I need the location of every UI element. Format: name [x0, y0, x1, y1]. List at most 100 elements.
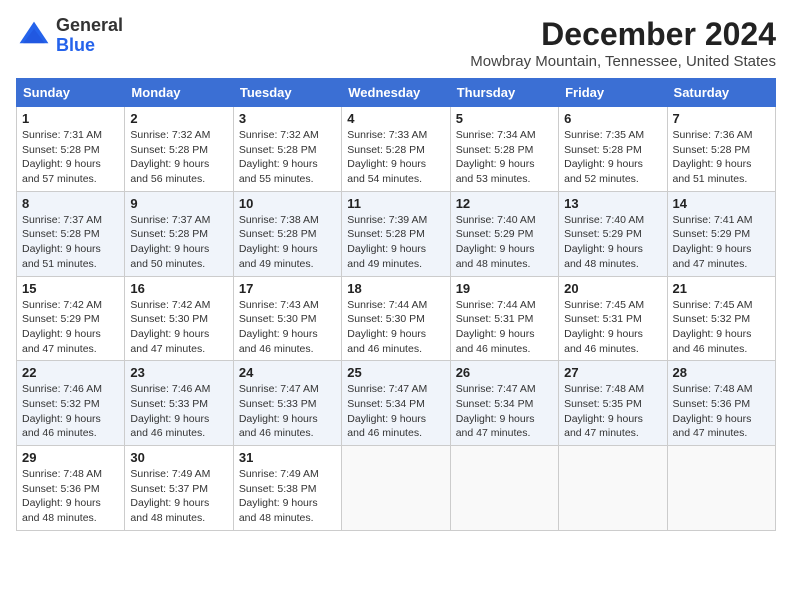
day-number: 2 — [130, 111, 227, 126]
day-number: 13 — [564, 196, 661, 211]
calendar-cell: 18 Sunrise: 7:44 AM Sunset: 5:30 PM Dayl… — [342, 276, 450, 361]
calendar-cell — [450, 446, 558, 531]
calendar-cell: 23 Sunrise: 7:46 AM Sunset: 5:33 PM Dayl… — [125, 361, 233, 446]
day-number: 7 — [673, 111, 770, 126]
calendar-cell: 22 Sunrise: 7:46 AM Sunset: 5:32 PM Dayl… — [17, 361, 125, 446]
day-info: Sunrise: 7:31 AM Sunset: 5:28 PM Dayligh… — [22, 128, 119, 187]
day-number: 29 — [22, 450, 119, 465]
day-info: Sunrise: 7:32 AM Sunset: 5:28 PM Dayligh… — [130, 128, 227, 187]
day-info: Sunrise: 7:47 AM Sunset: 5:34 PM Dayligh… — [456, 382, 553, 441]
logo-general: General — [56, 15, 123, 35]
day-number: 27 — [564, 365, 661, 380]
weekday-header: Tuesday — [233, 79, 341, 107]
calendar-cell: 3 Sunrise: 7:32 AM Sunset: 5:28 PM Dayli… — [233, 107, 341, 192]
day-info: Sunrise: 7:44 AM Sunset: 5:31 PM Dayligh… — [456, 298, 553, 357]
calendar-week-row: 29 Sunrise: 7:48 AM Sunset: 5:36 PM Dayl… — [17, 446, 776, 531]
weekday-header: Friday — [559, 79, 667, 107]
location-title: Mowbray Mountain, Tennessee, United Stat… — [470, 53, 776, 70]
day-number: 9 — [130, 196, 227, 211]
day-info: Sunrise: 7:38 AM Sunset: 5:28 PM Dayligh… — [239, 213, 336, 272]
calendar-cell: 5 Sunrise: 7:34 AM Sunset: 5:28 PM Dayli… — [450, 107, 558, 192]
day-info: Sunrise: 7:44 AM Sunset: 5:30 PM Dayligh… — [347, 298, 444, 357]
calendar-table: SundayMondayTuesdayWednesdayThursdayFrid… — [16, 78, 776, 531]
day-info: Sunrise: 7:47 AM Sunset: 5:33 PM Dayligh… — [239, 382, 336, 441]
logo: General Blue — [16, 16, 123, 56]
weekday-header-row: SundayMondayTuesdayWednesdayThursdayFrid… — [17, 79, 776, 107]
day-number: 1 — [22, 111, 119, 126]
calendar-cell: 15 Sunrise: 7:42 AM Sunset: 5:29 PM Dayl… — [17, 276, 125, 361]
day-number: 19 — [456, 281, 553, 296]
calendar-cell: 17 Sunrise: 7:43 AM Sunset: 5:30 PM Dayl… — [233, 276, 341, 361]
day-info: Sunrise: 7:43 AM Sunset: 5:30 PM Dayligh… — [239, 298, 336, 357]
day-number: 20 — [564, 281, 661, 296]
month-title: December 2024 — [470, 16, 776, 53]
day-info: Sunrise: 7:42 AM Sunset: 5:30 PM Dayligh… — [130, 298, 227, 357]
day-number: 24 — [239, 365, 336, 380]
day-info: Sunrise: 7:34 AM Sunset: 5:28 PM Dayligh… — [456, 128, 553, 187]
day-number: 21 — [673, 281, 770, 296]
weekday-header: Wednesday — [342, 79, 450, 107]
day-info: Sunrise: 7:49 AM Sunset: 5:38 PM Dayligh… — [239, 467, 336, 526]
calendar-week-row: 22 Sunrise: 7:46 AM Sunset: 5:32 PM Dayl… — [17, 361, 776, 446]
day-number: 4 — [347, 111, 444, 126]
day-info: Sunrise: 7:49 AM Sunset: 5:37 PM Dayligh… — [130, 467, 227, 526]
calendar-cell: 7 Sunrise: 7:36 AM Sunset: 5:28 PM Dayli… — [667, 107, 775, 192]
calendar-cell: 12 Sunrise: 7:40 AM Sunset: 5:29 PM Dayl… — [450, 191, 558, 276]
calendar-cell: 4 Sunrise: 7:33 AM Sunset: 5:28 PM Dayli… — [342, 107, 450, 192]
calendar-cell: 2 Sunrise: 7:32 AM Sunset: 5:28 PM Dayli… — [125, 107, 233, 192]
day-info: Sunrise: 7:37 AM Sunset: 5:28 PM Dayligh… — [130, 213, 227, 272]
calendar-cell: 26 Sunrise: 7:47 AM Sunset: 5:34 PM Dayl… — [450, 361, 558, 446]
day-info: Sunrise: 7:39 AM Sunset: 5:28 PM Dayligh… — [347, 213, 444, 272]
day-info: Sunrise: 7:48 AM Sunset: 5:36 PM Dayligh… — [673, 382, 770, 441]
day-info: Sunrise: 7:45 AM Sunset: 5:31 PM Dayligh… — [564, 298, 661, 357]
calendar-cell: 1 Sunrise: 7:31 AM Sunset: 5:28 PM Dayli… — [17, 107, 125, 192]
day-info: Sunrise: 7:36 AM Sunset: 5:28 PM Dayligh… — [673, 128, 770, 187]
day-number: 31 — [239, 450, 336, 465]
day-number: 26 — [456, 365, 553, 380]
logo-blue: Blue — [56, 35, 95, 55]
calendar-cell: 11 Sunrise: 7:39 AM Sunset: 5:28 PM Dayl… — [342, 191, 450, 276]
day-info: Sunrise: 7:45 AM Sunset: 5:32 PM Dayligh… — [673, 298, 770, 357]
weekday-header: Monday — [125, 79, 233, 107]
calendar-cell: 13 Sunrise: 7:40 AM Sunset: 5:29 PM Dayl… — [559, 191, 667, 276]
day-number: 8 — [22, 196, 119, 211]
calendar-cell: 19 Sunrise: 7:44 AM Sunset: 5:31 PM Dayl… — [450, 276, 558, 361]
day-number: 5 — [456, 111, 553, 126]
day-number: 15 — [22, 281, 119, 296]
calendar-cell: 27 Sunrise: 7:48 AM Sunset: 5:35 PM Dayl… — [559, 361, 667, 446]
calendar-cell: 28 Sunrise: 7:48 AM Sunset: 5:36 PM Dayl… — [667, 361, 775, 446]
calendar-cell: 25 Sunrise: 7:47 AM Sunset: 5:34 PM Dayl… — [342, 361, 450, 446]
calendar-cell: 8 Sunrise: 7:37 AM Sunset: 5:28 PM Dayli… — [17, 191, 125, 276]
day-number: 17 — [239, 281, 336, 296]
calendar-week-row: 15 Sunrise: 7:42 AM Sunset: 5:29 PM Dayl… — [17, 276, 776, 361]
day-number: 11 — [347, 196, 444, 211]
weekday-header: Sunday — [17, 79, 125, 107]
day-number: 14 — [673, 196, 770, 211]
calendar-cell: 20 Sunrise: 7:45 AM Sunset: 5:31 PM Dayl… — [559, 276, 667, 361]
calendar-week-row: 1 Sunrise: 7:31 AM Sunset: 5:28 PM Dayli… — [17, 107, 776, 192]
calendar-cell — [559, 446, 667, 531]
day-info: Sunrise: 7:48 AM Sunset: 5:35 PM Dayligh… — [564, 382, 661, 441]
calendar-cell: 10 Sunrise: 7:38 AM Sunset: 5:28 PM Dayl… — [233, 191, 341, 276]
calendar-cell: 31 Sunrise: 7:49 AM Sunset: 5:38 PM Dayl… — [233, 446, 341, 531]
day-info: Sunrise: 7:35 AM Sunset: 5:28 PM Dayligh… — [564, 128, 661, 187]
day-number: 18 — [347, 281, 444, 296]
calendar-cell: 21 Sunrise: 7:45 AM Sunset: 5:32 PM Dayl… — [667, 276, 775, 361]
calendar-cell — [667, 446, 775, 531]
calendar-cell — [342, 446, 450, 531]
day-info: Sunrise: 7:46 AM Sunset: 5:33 PM Dayligh… — [130, 382, 227, 441]
calendar-week-row: 8 Sunrise: 7:37 AM Sunset: 5:28 PM Dayli… — [17, 191, 776, 276]
day-number: 22 — [22, 365, 119, 380]
logo-text: General Blue — [56, 16, 123, 56]
day-info: Sunrise: 7:47 AM Sunset: 5:34 PM Dayligh… — [347, 382, 444, 441]
day-info: Sunrise: 7:33 AM Sunset: 5:28 PM Dayligh… — [347, 128, 444, 187]
day-number: 23 — [130, 365, 227, 380]
weekday-header: Saturday — [667, 79, 775, 107]
calendar-cell: 29 Sunrise: 7:48 AM Sunset: 5:36 PM Dayl… — [17, 446, 125, 531]
weekday-header: Thursday — [450, 79, 558, 107]
day-number: 16 — [130, 281, 227, 296]
day-info: Sunrise: 7:32 AM Sunset: 5:28 PM Dayligh… — [239, 128, 336, 187]
calendar-cell: 30 Sunrise: 7:49 AM Sunset: 5:37 PM Dayl… — [125, 446, 233, 531]
day-number: 6 — [564, 111, 661, 126]
calendar-cell: 24 Sunrise: 7:47 AM Sunset: 5:33 PM Dayl… — [233, 361, 341, 446]
